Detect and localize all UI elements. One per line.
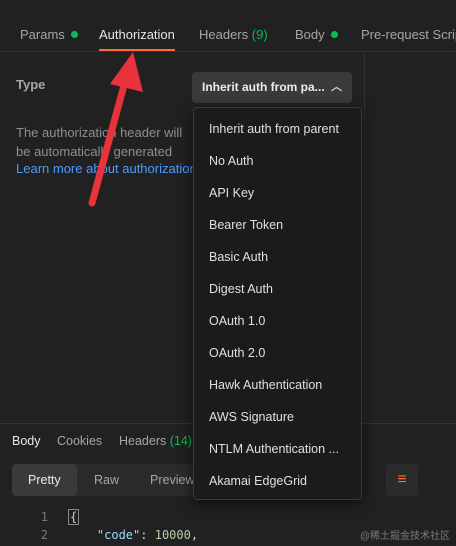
code-key: "code": [96, 528, 141, 542]
wrap-lines-button[interactable]: ≡: [386, 464, 418, 496]
format-preview[interactable]: Preview: [150, 464, 194, 496]
tab-authorization[interactable]: Authorization: [99, 0, 175, 52]
auth-option[interactable]: Bearer Token: [194, 209, 361, 241]
request-tabs: Params Authorization Headers (9) Body Pr…: [0, 0, 456, 52]
tab-authorization-label: Authorization: [99, 27, 175, 42]
line-number: 2: [40, 528, 48, 542]
auth-option[interactable]: NTLM Authentication ...: [194, 433, 361, 465]
tab-body[interactable]: Body: [295, 0, 338, 52]
tab-params[interactable]: Params: [20, 0, 78, 52]
chevron-up-icon: ︿: [331, 81, 342, 93]
auth-description: The authorization header will be automat…: [16, 125, 183, 159]
line-numbers: 1 2: [0, 508, 60, 544]
type-label: Type: [16, 77, 46, 92]
auth-option[interactable]: Basic Auth: [194, 241, 361, 273]
code-open-brace: {: [68, 509, 80, 525]
response-tab-headers-count: (14): [169, 434, 192, 448]
auth-option[interactable]: OAuth 1.0: [194, 305, 361, 337]
auth-type-dropdown: Inherit auth from parent No Auth API Key Be…: [193, 107, 362, 500]
auth-option[interactable]: OAuth 2.0: [194, 337, 361, 369]
tab-headers[interactable]: Headers (9): [199, 0, 268, 52]
wrap-icon: ≡: [397, 471, 407, 488]
format-raw[interactable]: Raw: [94, 464, 119, 496]
tab-headers-label: Headers: [199, 27, 249, 42]
params-status-dot: [70, 31, 78, 38]
watermark: @稀土掘金技术社区: [359, 531, 450, 542]
format-pretty[interactable]: Pretty: [12, 464, 77, 496]
code-value: 10000: [154, 528, 191, 542]
response-tab-headers[interactable]: Headers (14): [119, 434, 192, 448]
auth-option[interactable]: No Auth: [194, 145, 361, 177]
response-tab-cookies[interactable]: Cookies: [57, 434, 102, 448]
active-tab-underline: [99, 49, 175, 51]
auth-type-select[interactable]: Inherit auth from pa... ︿: [192, 72, 352, 103]
response-tab-headers-label: Headers: [119, 434, 167, 448]
line-number: 1: [40, 510, 48, 524]
auth-option[interactable]: Digest Auth: [194, 273, 361, 305]
code-separator: :: [140, 528, 155, 542]
response-code: { "code": 10000,: [68, 508, 198, 544]
tab-headers-count: (9): [251, 27, 268, 42]
tab-prerequest-script[interactable]: Pre-request Script: [361, 0, 456, 52]
tab-prerequest-label: Pre-request Script: [361, 27, 456, 42]
response-tab-body[interactable]: Body: [12, 434, 41, 448]
learn-more-link[interactable]: Learn more about authorization: [16, 161, 194, 176]
body-status-dot: [330, 31, 338, 38]
auth-option[interactable]: Hawk Authentication: [194, 369, 361, 401]
code-comma: ,: [190, 528, 199, 542]
auth-type-selected: Inherit auth from pa...: [202, 80, 325, 94]
auth-option[interactable]: Inherit auth from parent: [194, 113, 361, 145]
tab-body-label: Body: [295, 27, 325, 42]
format-switcher: Pretty Raw Preview: [12, 464, 202, 496]
tab-params-label: Params: [20, 27, 65, 42]
auth-option[interactable]: AWS Signature: [194, 401, 361, 433]
auth-option[interactable]: Akamai EdgeGrid: [194, 465, 361, 497]
auth-option[interactable]: API Key: [194, 177, 361, 209]
